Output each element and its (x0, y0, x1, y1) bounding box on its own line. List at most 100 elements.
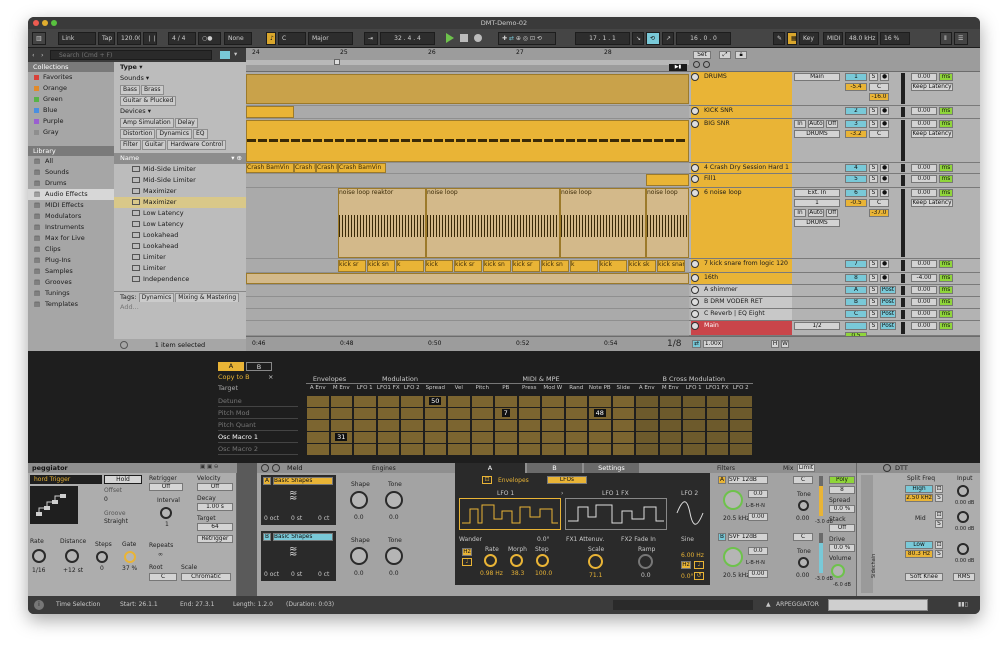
distance-knob[interactable] (65, 549, 79, 563)
library-item-clips[interactable]: ▤ Clips (28, 244, 114, 255)
noise-loop-clip[interactable]: noise loop (426, 188, 560, 258)
scene-forward-icon[interactable] (703, 61, 710, 68)
key-map-button[interactable]: Key (799, 32, 819, 45)
loop-icon[interactable]: ⟲ (646, 32, 660, 45)
matrix-cell[interactable]: 7 (495, 408, 517, 419)
track-delay-field[interactable]: 0.00 (911, 175, 937, 183)
lock-icon[interactable]: 🔒︎ (735, 51, 747, 59)
matrix-target-label[interactable]: Osc Macro 2 (218, 444, 298, 455)
track-activator-icon[interactable] (691, 286, 699, 294)
arm-button[interactable]: ● (880, 107, 889, 115)
matrix-cell[interactable] (565, 420, 587, 431)
browser-item[interactable]: Lookahead (114, 241, 246, 252)
target-field[interactable]: 64 (197, 523, 233, 531)
delay-unit-button[interactable]: ms (939, 73, 953, 81)
lfo-ramp-value[interactable]: 0.0 (641, 572, 651, 579)
playhead-marker[interactable] (334, 59, 340, 65)
matrix-target-label[interactable]: Osc Macro 1 (218, 432, 298, 443)
browser-menu-icon[interactable]: ▾ (234, 50, 237, 58)
track-delay-field[interactable]: 0.00 (911, 164, 937, 172)
dtt-high-db[interactable]: 0.00 dB (955, 500, 974, 506)
device-tag[interactable]: Dynamics (156, 129, 192, 139)
meld-tab-settings[interactable]: Settings (584, 463, 639, 473)
volume-knob[interactable] (831, 564, 845, 578)
matrix-cell[interactable] (542, 444, 564, 455)
arm-button[interactable]: ● (880, 120, 889, 128)
crash-clip[interactable]: Crash BamVin (246, 163, 294, 173)
arm-button[interactable]: ● (880, 189, 889, 197)
kick-snare-clip[interactable]: kick sr (512, 260, 540, 272)
track-delay-field[interactable]: 0.00 (911, 310, 937, 318)
matrix-cell[interactable] (307, 420, 329, 431)
matrix-tab-b[interactable]: B (246, 362, 272, 371)
device-tag[interactable]: Amp Simulation (120, 118, 174, 128)
matrix-cell[interactable] (424, 432, 446, 443)
matrix-cell[interactable] (612, 444, 634, 455)
matrix-cell[interactable] (730, 420, 752, 431)
filter-a-freq[interactable]: 20.5 kHz (723, 515, 749, 522)
kick-snare-clip[interactable]: kick sr (338, 260, 366, 272)
post-button[interactable]: Post (880, 310, 896, 318)
matrix-cell[interactable]: 48 (589, 408, 611, 419)
level-a-fader[interactable] (819, 476, 823, 516)
filter-a-freq-knob[interactable] (723, 490, 743, 510)
track-lane[interactable] (246, 309, 689, 321)
tone-b-value[interactable]: 0.0 (389, 570, 399, 577)
draw-mode-icon[interactable]: ✎ (773, 32, 785, 45)
matrix-cell[interactable] (542, 432, 564, 443)
lfo-morph-knob[interactable] (510, 554, 523, 567)
filter-b-mode[interactable]: L-B-H-N (746, 560, 765, 566)
lfo2-rate-value[interactable]: 6.00 Hz (681, 552, 704, 559)
device-tag[interactable]: Distortion (120, 129, 156, 139)
matrix-cell[interactable] (589, 444, 611, 455)
matrix-cell[interactable] (565, 396, 587, 407)
filter-a-res[interactable]: 0.0 (748, 490, 768, 498)
spread-field[interactable]: 0.0 % (829, 505, 855, 513)
time-signature-field[interactable]: 4 / 4 (168, 32, 196, 45)
kick-snare-clip[interactable]: kick sn (483, 260, 511, 272)
matrix-cell[interactable] (495, 444, 517, 455)
monitor-in-button[interactable]: In (794, 120, 806, 128)
matrix-cell[interactable] (424, 408, 446, 419)
envelopes-tab[interactable]: Envelopes (498, 477, 529, 484)
track-lane[interactable] (246, 174, 689, 188)
matrix-cell[interactable] (542, 408, 564, 419)
track-delay-field[interactable]: 0.00 (911, 260, 937, 268)
track-name[interactable]: B DRM VODER RET (691, 297, 792, 308)
lfos-tab[interactable]: LFOs (547, 476, 587, 484)
dtt-mid-db[interactable]: 0.00 dB (955, 526, 974, 532)
matrix-cell[interactable] (401, 444, 423, 455)
matrix-cell[interactable] (330, 396, 352, 407)
library-item-plug-ins[interactable]: ▤ Plug-Ins (28, 255, 114, 266)
bar-number[interactable]: 27 (516, 49, 524, 56)
noise-loop-clip[interactable]: noise loop reaktor (338, 188, 426, 258)
library-item-modulators[interactable]: ▤ Modulators (28, 211, 114, 222)
dtt-mid-knob[interactable] (957, 511, 969, 523)
dtt-low-freq[interactable]: 80.3 Hz (905, 550, 933, 558)
matrix-cell[interactable] (518, 420, 540, 431)
matrix-cell[interactable] (683, 396, 705, 407)
volume-value[interactable]: -6.0 dB (833, 582, 851, 588)
fx1-dropdown[interactable]: FX1 Attenuv. (566, 536, 604, 543)
solo-button[interactable]: S (869, 120, 878, 128)
library-item-templates[interactable]: ▤ Templates (28, 299, 114, 310)
track-activator-icon[interactable] (691, 322, 699, 330)
track-name[interactable]: BIG SNR (691, 119, 792, 162)
level-b-db[interactable]: -3.0 dB (815, 576, 833, 582)
forward-icon[interactable]: › (41, 51, 44, 59)
retrigger-dropdown[interactable]: Off (149, 483, 183, 491)
dtt-high-knob[interactable] (957, 485, 969, 497)
track-lane[interactable] (246, 297, 689, 309)
matrix-cell[interactable] (471, 396, 493, 407)
matrix-cell[interactable] (307, 408, 329, 419)
lfo2-sync-icon[interactable]: ♩ (694, 561, 704, 569)
dtt-low-knob[interactable] (957, 543, 969, 555)
track-lane[interactable] (246, 285, 689, 297)
delay-unit-button[interactable]: ms (939, 189, 953, 197)
osc-a-oct[interactable]: 0 oct (264, 515, 279, 522)
pan-field[interactable]: C (869, 199, 889, 207)
device-tag[interactable]: Filter (120, 140, 141, 150)
minimize-window-button[interactable] (42, 20, 48, 26)
matrix-cell[interactable] (542, 396, 564, 407)
monitor-in-button[interactable]: In (794, 209, 806, 217)
